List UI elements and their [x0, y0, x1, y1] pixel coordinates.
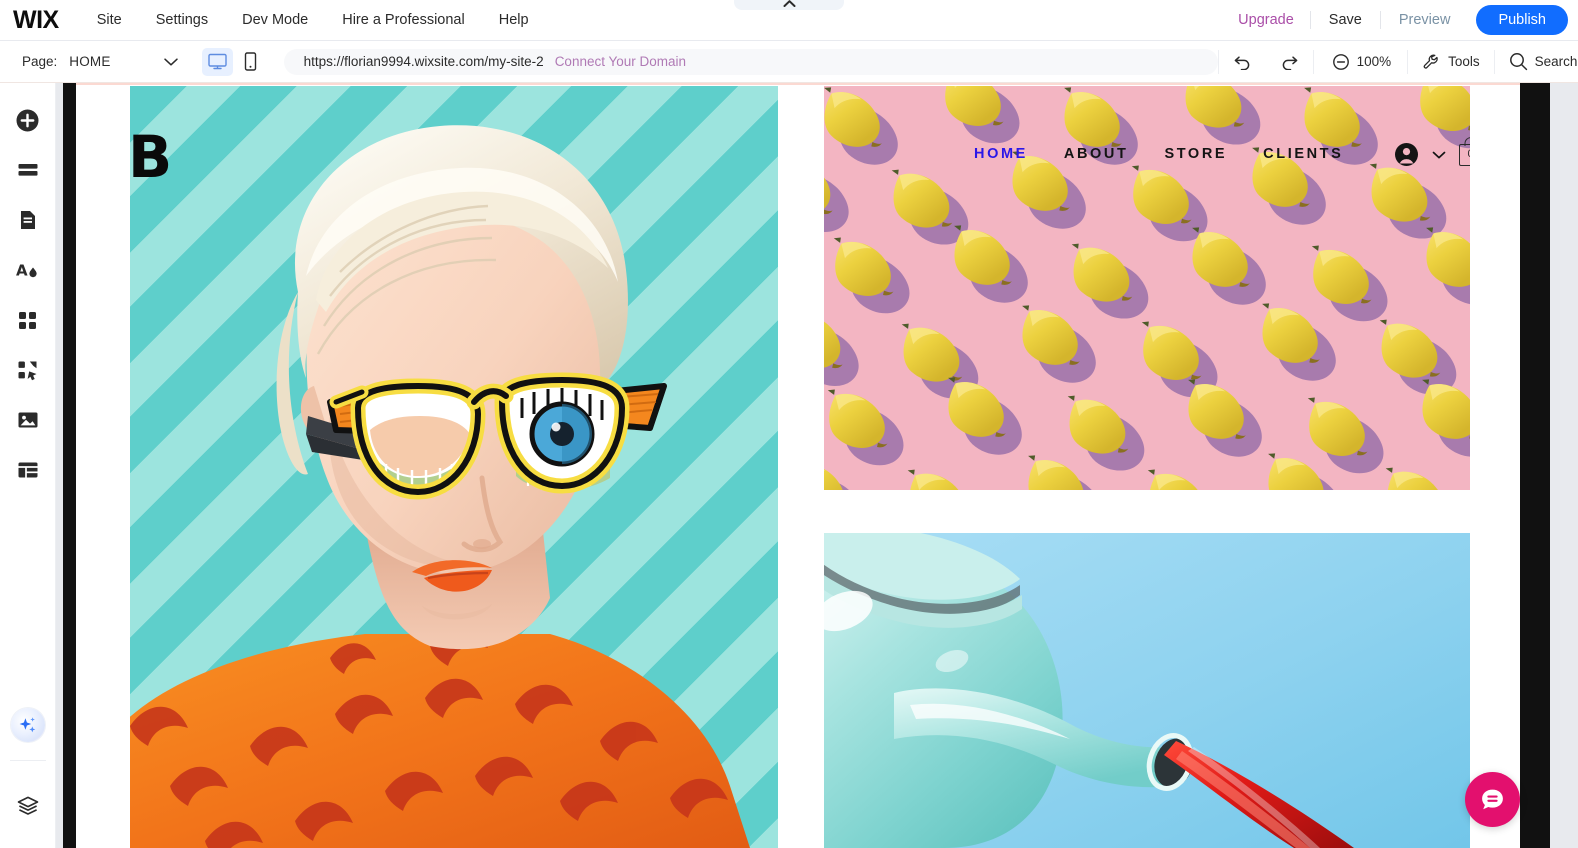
- menu-item-dev-mode[interactable]: Dev Mode: [242, 12, 308, 28]
- shopping-bag-icon[interactable]: 0: [1459, 136, 1470, 166]
- sidebar-item-layers[interactable]: [8, 786, 48, 826]
- redo-button[interactable]: [1266, 41, 1313, 82]
- top-bar-actions: Upgrade Save Preview Publish: [1222, 0, 1578, 40]
- section-guideline: [76, 83, 1520, 85]
- section-icon: [16, 158, 40, 182]
- layers-icon: [16, 794, 40, 818]
- search-button[interactable]: Search: [1495, 41, 1578, 82]
- search-label: Search: [1534, 54, 1578, 69]
- model-illustration: [130, 125, 750, 848]
- zoom-out-icon[interactable]: [1332, 53, 1350, 71]
- menu-item-hire-a-professional[interactable]: Hire a Professional: [342, 12, 465, 28]
- canvas-gutter-right: [1520, 83, 1550, 848]
- site-url-bar[interactable]: https://florian9994.wixsite.com/my-site-…: [283, 48, 1218, 75]
- sidebar-item-site-design[interactable]: A: [8, 250, 48, 290]
- viewport-switcher: [201, 47, 266, 76]
- desktop-icon: [207, 53, 227, 70]
- cart-handle: [1464, 136, 1470, 146]
- divider: [9, 760, 46, 761]
- chat-widget-button[interactable]: [1465, 772, 1520, 827]
- feature-image-teapot[interactable]: [824, 533, 1470, 848]
- cart-item-count: 0: [1467, 149, 1470, 160]
- hero-image-model[interactable]: B: [130, 86, 778, 848]
- nav-link-about[interactable]: ABOUT: [1064, 146, 1129, 162]
- search-icon: [1509, 52, 1528, 71]
- plus-circle-icon: [15, 108, 40, 133]
- menu-item-site[interactable]: Site: [97, 12, 122, 28]
- image-icon: [16, 408, 40, 432]
- chat-bubble-icon: [1479, 786, 1506, 813]
- site-navigation-menu: HOME ABOUT STORE CLIENTS: [974, 146, 1379, 162]
- page-selector-dropdown[interactable]: [163, 57, 179, 67]
- ai-assistant-button[interactable]: [10, 708, 45, 742]
- zoom-control[interactable]: 100%: [1314, 53, 1408, 71]
- undo-icon: [1233, 54, 1252, 70]
- zoom-level-value: 100%: [1356, 54, 1392, 69]
- upgrade-button[interactable]: Upgrade: [1222, 12, 1310, 28]
- wrench-icon: [1422, 53, 1441, 71]
- site-logo[interactable]: B: [130, 128, 172, 186]
- publish-button[interactable]: Publish: [1476, 5, 1568, 35]
- save-button[interactable]: Save: [1311, 12, 1380, 28]
- collapse-panel-tab[interactable]: [734, 0, 844, 10]
- nav-link-home[interactable]: HOME: [974, 146, 1028, 162]
- editor-canvas[interactable]: B HOME ABOUT STORE CLIENTS: [56, 83, 1578, 848]
- database-table-icon: [16, 458, 40, 482]
- tools-label: Tools: [1448, 54, 1480, 69]
- preview-button[interactable]: Preview: [1381, 12, 1469, 28]
- connect-domain-link[interactable]: Connect Your Domain: [555, 54, 686, 69]
- left-sidebar: A: [0, 83, 56, 848]
- mobile-icon: [244, 52, 257, 71]
- top-menu-bar: WIX Site Settings Dev Mode Hire a Profes…: [0, 0, 1578, 41]
- current-page-name[interactable]: HOME: [69, 54, 110, 69]
- editor-toolbar: Page: HOME https://florian9994.wixsite.c…: [0, 41, 1578, 83]
- pages-icon: [16, 208, 40, 232]
- chevron-down-icon[interactable]: [1431, 150, 1447, 160]
- account-circle-icon[interactable]: [1394, 142, 1419, 167]
- sidebar-item-media[interactable]: [8, 400, 48, 440]
- toolbar-right-actions: 100% Tools Search: [1217, 41, 1578, 82]
- page-label: Page:: [22, 54, 58, 69]
- banner-image-bananas[interactable]: HOME ABOUT STORE CLIENTS: [824, 86, 1470, 490]
- sidebar-item-add-section[interactable]: [8, 150, 48, 190]
- mobile-view-button[interactable]: [235, 48, 266, 76]
- apps-grid-icon: [16, 309, 39, 332]
- menu-item-help[interactable]: Help: [499, 12, 529, 28]
- teapot-illustration: [824, 533, 1470, 848]
- wix-editor-window: WIX Site Settings Dev Mode Hire a Profes…: [0, 0, 1578, 848]
- wix-logo[interactable]: WIX: [13, 7, 59, 33]
- sidebar-item-app-market[interactable]: [8, 300, 48, 340]
- chevron-down-icon: [163, 57, 179, 67]
- theme-icon: A: [15, 258, 40, 283]
- sparkle-icon: [17, 715, 38, 736]
- desktop-view-button[interactable]: [201, 47, 233, 76]
- tools-button[interactable]: Tools: [1408, 41, 1494, 82]
- redo-icon: [1280, 54, 1299, 70]
- sidebar-item-content-manager[interactable]: [8, 450, 48, 490]
- nav-link-clients[interactable]: CLIENTS: [1263, 146, 1343, 162]
- menu-item-settings[interactable]: Settings: [156, 12, 208, 28]
- canvas-gutter-left: [63, 83, 76, 848]
- svg-text:A: A: [16, 261, 28, 279]
- undo-button[interactable]: [1219, 41, 1266, 82]
- sidebar-item-add-elements[interactable]: [8, 100, 48, 140]
- sidebar-item-site-pages[interactable]: [8, 200, 48, 240]
- nav-link-store[interactable]: STORE: [1164, 146, 1227, 162]
- site-nav-account-area: 0: [1394, 136, 1470, 167]
- site-url-text: https://florian9994.wixsite.com/my-site-…: [303, 54, 544, 69]
- sidebar-item-my-designs[interactable]: [8, 350, 48, 390]
- puzzle-icon: [16, 359, 39, 382]
- chevron-up-icon: [783, 0, 796, 8]
